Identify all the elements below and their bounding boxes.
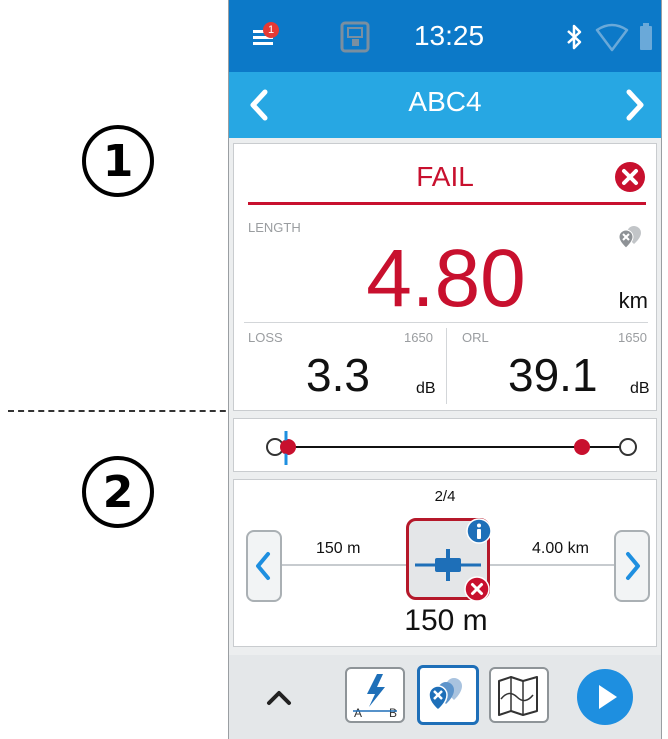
expand-up-button[interactable] [259, 677, 299, 717]
bottom-toolbar: A B [229, 655, 661, 739]
status-bar: 1 13:25 [229, 0, 661, 72]
link-map-card [233, 418, 657, 472]
orl-value: 39.1 [508, 349, 598, 401]
event-counter: 2/4 [434, 488, 456, 505]
result-card: FAIL LENGTH 4.80 km LOSS 1650 3.3 dB ORL… [233, 143, 657, 411]
notification-badge: 1 [263, 22, 279, 38]
map-view-tool-button[interactable] [489, 667, 549, 723]
svg-text:B: B [389, 706, 397, 720]
orl-wavelength: 1650 [618, 330, 647, 345]
markers-icon [428, 678, 462, 711]
clock-time: 13:25 [413, 20, 485, 51]
a-to-b-tool-button[interactable]: A B [345, 667, 405, 723]
length-label: LENGTH [248, 220, 301, 235]
event-markers-tool-button[interactable] [417, 665, 479, 725]
map-icon [498, 676, 538, 716]
chevron-left-icon [256, 552, 270, 580]
play-icon [599, 685, 617, 709]
orl-unit: dB [630, 380, 650, 397]
menu-icon[interactable]: 1 [251, 20, 285, 52]
device-screen: 1 13:25 ABC4 FAIL LENGTH 4.80 km LOSS 16… [228, 0, 662, 739]
loss-wavelength: 1650 [404, 330, 433, 345]
fail-icon [614, 161, 646, 193]
distance-before: 150 m [316, 540, 361, 557]
callout-2-number: 2 [102, 466, 134, 518]
lightning-ab-icon: A B [353, 674, 397, 720]
callout-1-number: 1 [102, 135, 134, 187]
info-icon[interactable] [466, 518, 492, 544]
length-unit: km [618, 288, 648, 313]
link-map[interactable] [256, 427, 646, 467]
page-title: ABC4 [408, 86, 482, 117]
distance-after: 4.00 km [532, 540, 589, 557]
svg-text:A: A [354, 706, 362, 720]
loss-unit: dB [416, 380, 436, 397]
callout-1: 1 [82, 125, 154, 197]
event-distance: 150 m [404, 604, 488, 637]
length-value: 4.80 [366, 233, 526, 324]
chevron-right-icon [626, 552, 640, 580]
start-test-button[interactable] [577, 669, 633, 725]
callout-2: 2 [82, 456, 154, 528]
fail-status: FAIL [416, 161, 474, 192]
section-divider-dashed [8, 410, 246, 412]
chevron-right-icon [626, 89, 644, 121]
previous-event-button[interactable] [246, 530, 282, 602]
save-file-icon[interactable] [339, 20, 371, 54]
battery-icon [639, 22, 653, 52]
bluetooth-icon[interactable] [565, 22, 585, 52]
loss-value: 3.3 [306, 349, 370, 401]
wifi-icon [595, 22, 629, 52]
chevron-up-icon [267, 691, 291, 705]
navigation-bar: ABC4 [229, 72, 661, 138]
orl-label: ORL [462, 330, 489, 345]
event-fail-icon [464, 576, 490, 602]
next-event-button[interactable] [614, 530, 650, 602]
loss-label: LOSS [248, 330, 283, 345]
next-item-button[interactable] [623, 88, 647, 122]
event-navigator-card: 2/4 150 m 4.00 km 150 m [233, 479, 657, 647]
metrics-divider-v [446, 328, 447, 404]
metrics-divider-h [244, 322, 648, 323]
notification-count: 1 [267, 24, 275, 36]
fail-underline [248, 202, 646, 205]
